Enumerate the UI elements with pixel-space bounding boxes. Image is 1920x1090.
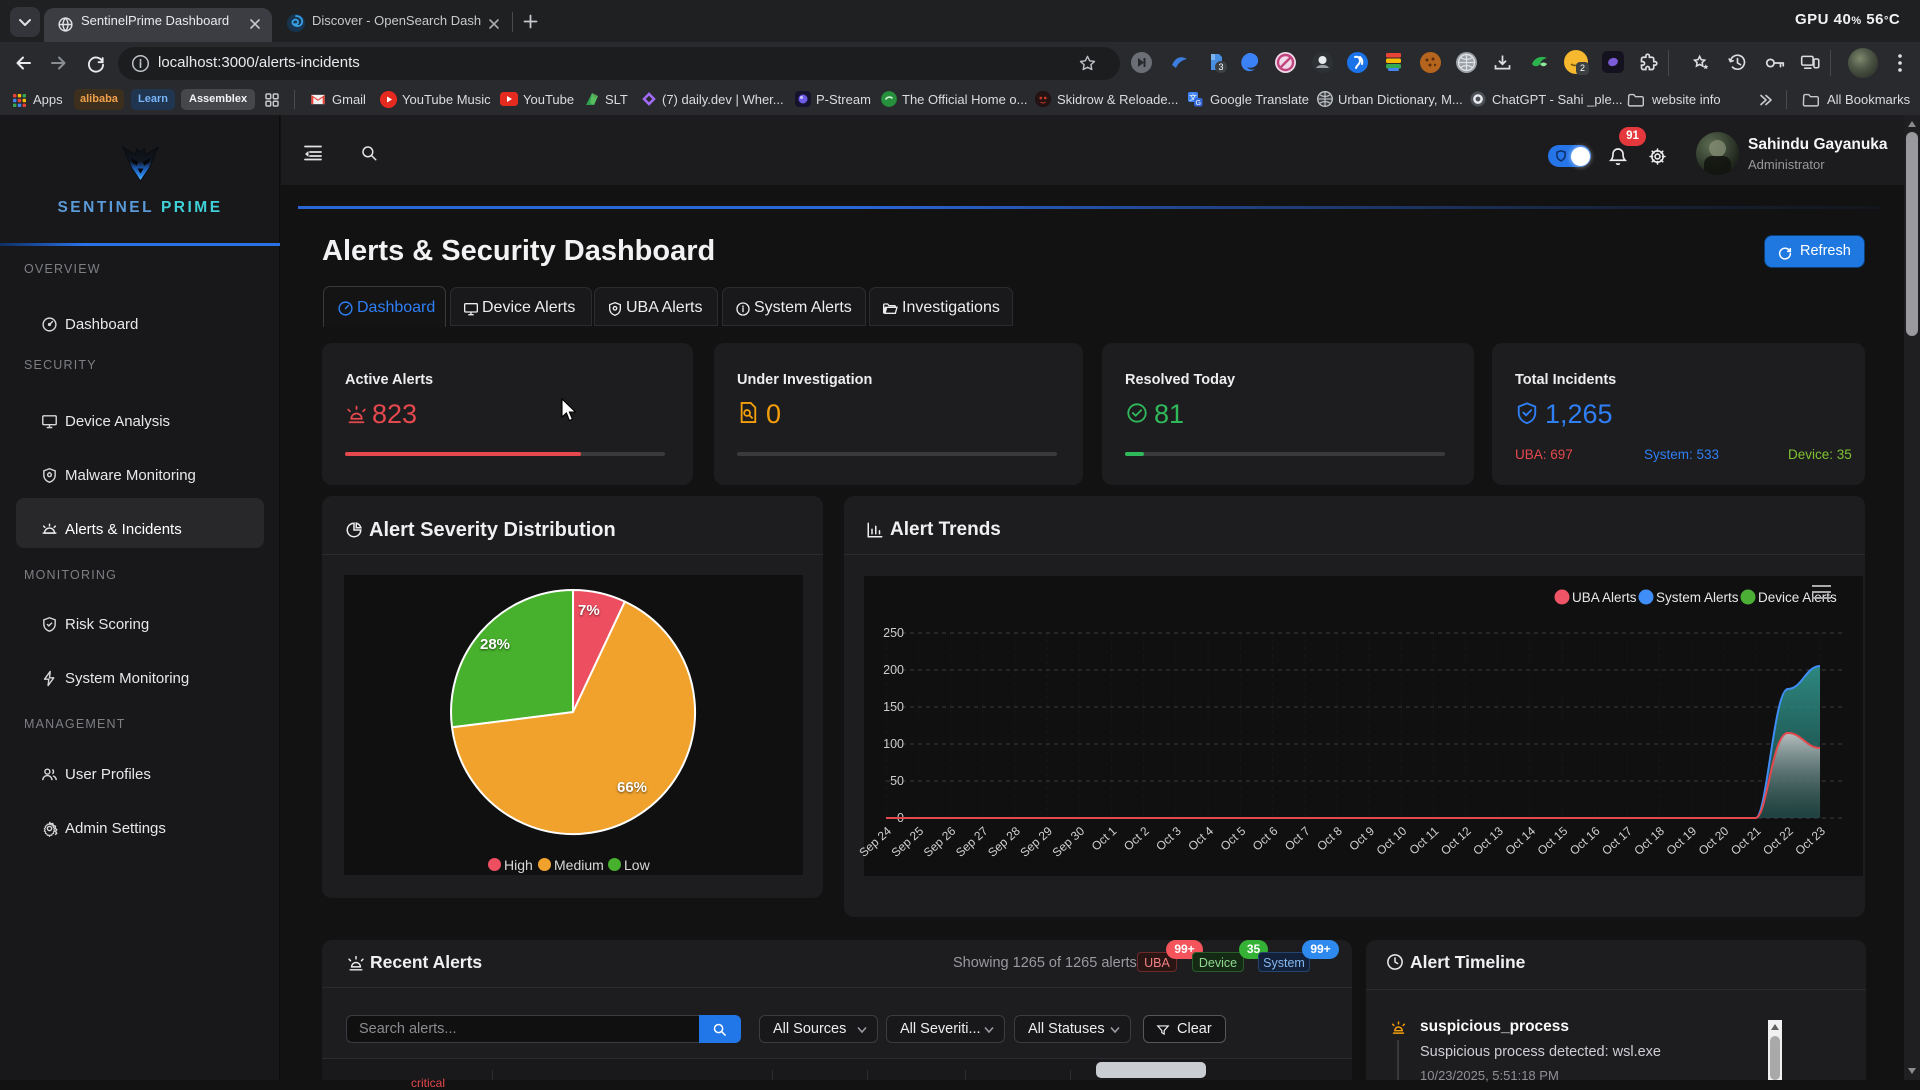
- svg-text:Oct 14: Oct 14: [1502, 824, 1538, 858]
- svg-text:Sep 24: Sep 24: [856, 824, 894, 860]
- svg-text:Oct 20: Oct 20: [1696, 824, 1732, 858]
- svg-text:Oct 9: Oct 9: [1346, 824, 1377, 854]
- svg-text:G: G: [1195, 100, 1200, 107]
- svg-text:Oct 22: Oct 22: [1760, 824, 1796, 858]
- svg-text:Sep 27: Sep 27: [953, 824, 991, 860]
- svg-text:Sep 25: Sep 25: [889, 824, 927, 860]
- svg-text:Oct 21: Oct 21: [1728, 824, 1764, 858]
- svg-text:Oct 4: Oct 4: [1185, 824, 1216, 854]
- svg-text:150: 150: [883, 700, 904, 714]
- svg-text:Oct 6: Oct 6: [1250, 824, 1281, 854]
- svg-text:Oct 1: Oct 1: [1089, 824, 1120, 854]
- svg-text:Sep 28: Sep 28: [985, 824, 1023, 860]
- svg-text:System Alerts: System Alerts: [1656, 590, 1739, 605]
- svg-text:200: 200: [883, 663, 904, 677]
- svg-text:100: 100: [883, 737, 904, 751]
- svg-text:Sep 29: Sep 29: [1017, 824, 1055, 860]
- svg-text:UBA Alerts: UBA Alerts: [1572, 590, 1637, 605]
- svg-text:Sep 26: Sep 26: [921, 824, 959, 860]
- svg-text:250: 250: [883, 626, 904, 640]
- svg-text:Oct 11: Oct 11: [1407, 824, 1442, 858]
- svg-text:Oct 23: Oct 23: [1792, 824, 1828, 858]
- svg-text:Oct 7: Oct 7: [1282, 824, 1313, 854]
- svg-text:Oct 18: Oct 18: [1631, 824, 1667, 858]
- svg-text:Oct 12: Oct 12: [1438, 824, 1474, 858]
- svg-text:Oct 15: Oct 15: [1535, 824, 1571, 858]
- svg-text:Oct 16: Oct 16: [1567, 824, 1603, 858]
- svg-text:Oct 3: Oct 3: [1153, 824, 1184, 854]
- svg-text:Oct 19: Oct 19: [1664, 824, 1700, 858]
- svg-text:Oct 5: Oct 5: [1218, 824, 1249, 854]
- svg-text:Oct 13: Oct 13: [1470, 824, 1506, 858]
- svg-text:50: 50: [890, 774, 904, 788]
- svg-text:Oct 17: Oct 17: [1599, 824, 1635, 858]
- svg-text:Oct 8: Oct 8: [1314, 824, 1345, 854]
- svg-text:Oct 10: Oct 10: [1374, 824, 1410, 858]
- svg-text:Oct 2: Oct 2: [1121, 824, 1152, 854]
- svg-text:Sep 30: Sep 30: [1050, 824, 1088, 860]
